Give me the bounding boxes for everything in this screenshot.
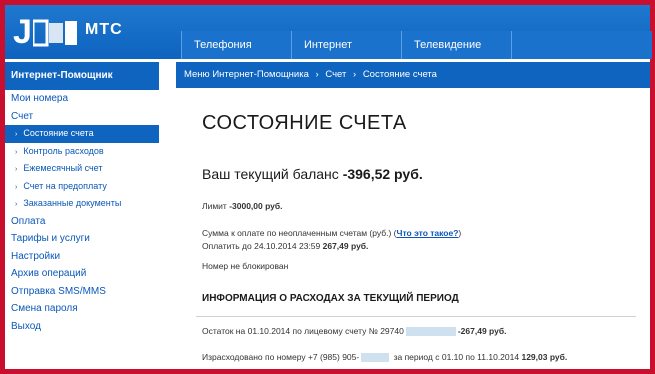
balance-label: Ваш текущий баланс (202, 166, 343, 182)
logo-blocks-icon (33, 19, 77, 47)
logo-mark: J (13, 13, 32, 51)
spent-label: Израсходовано по номеру +7 (985) 905- (202, 352, 360, 362)
sidebar-menu: Мои номера Счет › Состояние счета › Контроль … (5, 90, 159, 335)
sidebar-item[interactable]: Выход (5, 318, 159, 336)
page-title: СОСТОЯНИЕ СЧЕТА (202, 112, 407, 134)
sidebar-title: Интернет-Помощник (5, 62, 159, 90)
main-nav: Телефония Интернет Телевидение (181, 31, 652, 59)
sidebar-item[interactable]: Счет (5, 108, 159, 126)
tab-internet[interactable]: Интернет (291, 31, 401, 59)
spent-line: Израсходовано по номеру +7 (985) 905- за… (202, 352, 568, 363)
balance-value: -396,52 руб. (342, 166, 423, 182)
chevron-right-icon: › (15, 183, 18, 191)
spent-period: за период с 01.10 по 11.10.2014 (391, 352, 522, 362)
sidebar-item-label: Выход (11, 320, 41, 332)
sidebar-item[interactable]: Отправка SMS/MMS (5, 283, 159, 301)
sidebar-item[interactable]: › Счет на предоплату (5, 178, 159, 196)
breadcrumb-account[interactable]: Счет (325, 69, 346, 80)
chevron-right-icon: › (15, 148, 18, 156)
sidebar-item-label: Мои номера (11, 93, 69, 104)
breadcrumb: Меню Интернет-Помощника › Счет › Состоян… (176, 62, 650, 88)
pay-until-value: 267,49 руб. (322, 241, 369, 251)
limit-label: Лимит (202, 201, 230, 211)
redacted-account (405, 327, 456, 337)
sidebar-item-label: Состояние счета (23, 128, 94, 138)
sidebar-item-label: Контроль расходов (23, 145, 104, 156)
breadcrumb-current: Состояние счета (362, 69, 437, 80)
sidebar-item[interactable]: Смена пароля (5, 300, 159, 318)
remainder-value: -267,49 руб. (457, 326, 507, 336)
number-status: Номер не блокирован (202, 261, 289, 271)
redacted-number (361, 353, 390, 363)
pay-until-label: Оплатить до 24.10.2014 23:59 (202, 241, 323, 251)
chevron-right-icon: › (15, 131, 18, 138)
chevron-right-icon: › (15, 201, 18, 208)
spent-value: 129,03 руб. (521, 352, 568, 362)
sidebar-item[interactable]: › Состояние счета (5, 125, 159, 143)
sidebar-item[interactable]: › Заказанные документы (5, 195, 159, 213)
sidebar-item-label: Смена пароля (11, 303, 78, 314)
sidebar-item[interactable]: › Контроль расходов (5, 143, 159, 161)
unpaid-label: Сумма к оплате по неоплаченным счетам (р… (202, 228, 397, 238)
mts-logo[interactable]: J МТС (11, 11, 131, 55)
top-header: J МТС Телефония Интернет Телевидение (5, 5, 652, 59)
sidebar-item-label: Архив операций (11, 268, 87, 279)
sidebar-item-label: Счет (11, 110, 34, 122)
remainder-line: Остаток на 01.10.2014 по лицевому счету … (202, 326, 507, 337)
logo-text: МТС (85, 21, 123, 38)
sidebar-item[interactable]: Архив операций (5, 265, 159, 283)
section-divider (196, 316, 636, 317)
sidebar-item[interactable]: › Ежемесячный счет (5, 160, 159, 178)
tab-television[interactable]: Телевидение (401, 31, 511, 59)
sidebar-item-label: Ежемесячный счет (23, 163, 103, 173)
sidebar-item-label: Заказанные документы (23, 198, 122, 208)
sidebar-item[interactable]: Оплата (5, 213, 159, 231)
sidebar-item-label: Оплата (11, 215, 46, 227)
what-is-this-link[interactable]: Что это такое? (397, 228, 459, 238)
balance-line: Ваш текущий баланс -396,52 руб. (202, 166, 423, 182)
breadcrumb-menu[interactable]: Меню Интернет-Помощника (184, 69, 309, 80)
sidebar-item[interactable]: Тарифы и услуги (5, 230, 159, 248)
expenses-section-title: ИНФОРМАЦИЯ О РАСХОДАХ ЗА ТЕКУЩИЙ ПЕРИОД (202, 293, 459, 304)
sidebar-item-label: Счет на предоплату (23, 180, 107, 191)
tab-telephony[interactable]: Телефония (181, 31, 291, 59)
pay-until-line: Оплатить до 24.10.2014 23:59 267,49 руб. (202, 241, 368, 251)
unpaid-close: ) (458, 228, 462, 238)
main-content: СОСТОЯНИЕ СЧЕТА Ваш текущий баланс -396,… (176, 88, 650, 369)
sidebar-item[interactable]: Настройки (5, 248, 159, 266)
sidebar-item-label: Отправка SMS/MMS (11, 285, 106, 297)
remainder-label: Остаток на 01.10.2014 по лицевому счету … (202, 326, 404, 336)
nav-filler (511, 31, 652, 59)
breadcrumb-separator: › (315, 69, 319, 80)
limit-line: Лимит -3000,00 руб. (202, 201, 283, 211)
sidebar-item[interactable]: Мои номера (5, 90, 159, 108)
unpaid-line: Сумма к оплате по неоплаченным счетам (р… (202, 228, 461, 238)
sidebar: Интернет-Помощник Мои номера Счет › Состоян… (5, 59, 159, 369)
limit-value: -3000,00 руб. (229, 201, 283, 211)
chevron-right-icon: › (15, 166, 18, 173)
sidebar-item-label: Тарифы и услуги (11, 233, 90, 244)
sidebar-item-label: Настройки (11, 250, 61, 262)
breadcrumb-separator: › (353, 69, 357, 80)
